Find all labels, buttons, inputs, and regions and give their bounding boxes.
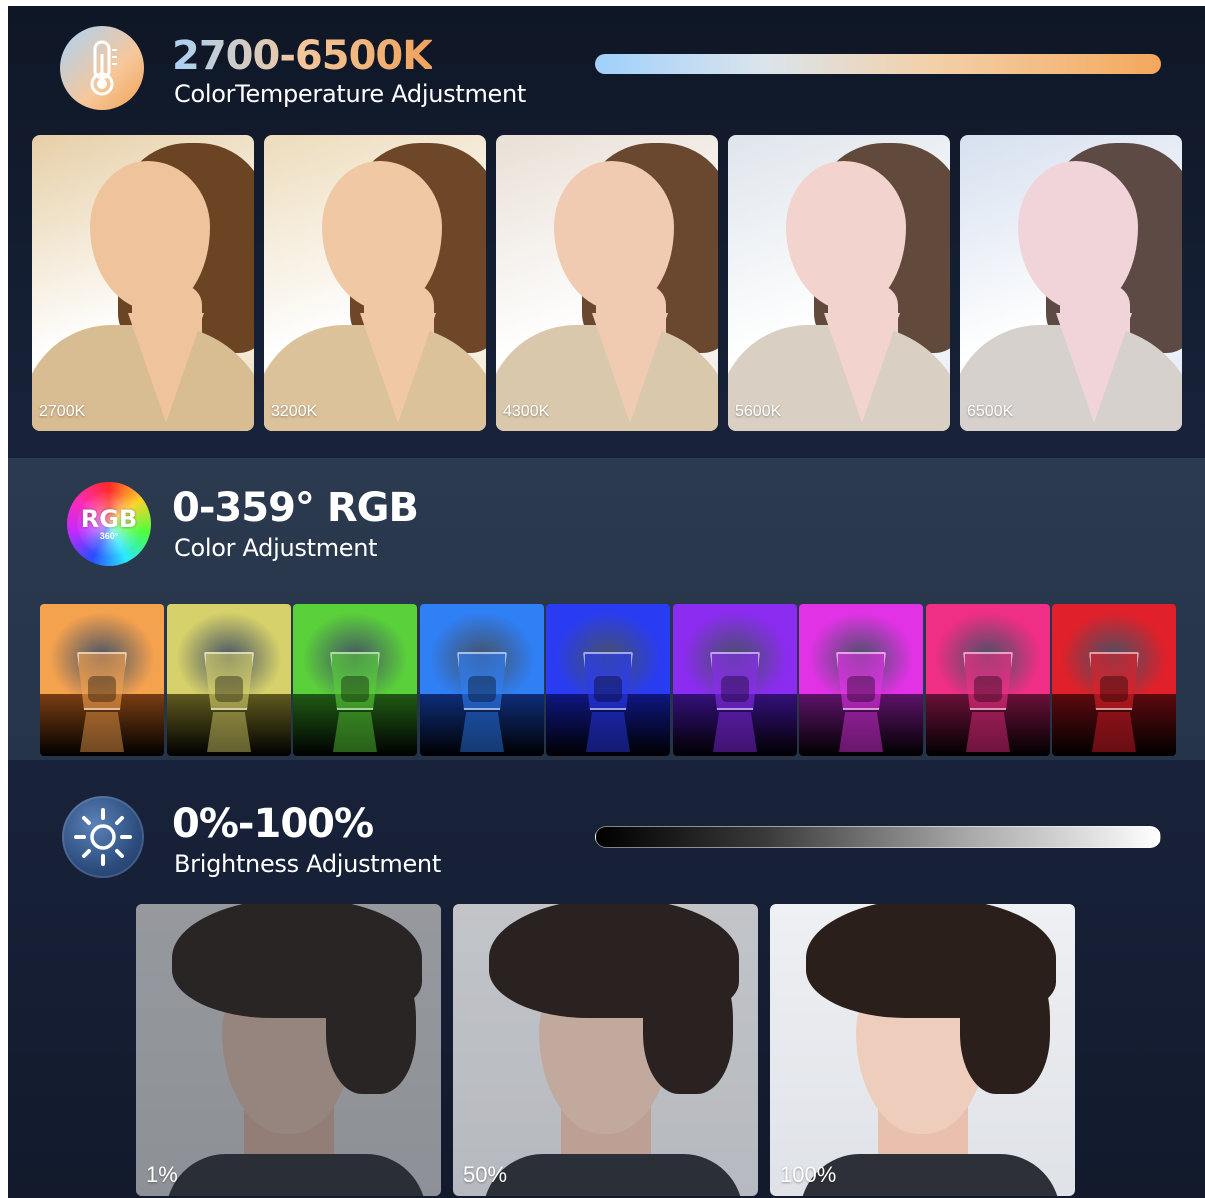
ice-cube — [974, 676, 1002, 702]
temperature-sample-label: 3200K — [271, 403, 318, 420]
ice-cube — [1100, 676, 1128, 702]
temperature-headline: 2700-6500K — [172, 33, 433, 79]
rgb-sample-tile — [420, 604, 544, 756]
brightness-headline: 0%-100% — [172, 801, 374, 847]
product-infographic: 2700-6500K ColorTemperature Adjustment 2… — [8, 6, 1205, 1198]
ice-cube — [341, 676, 369, 702]
rgb-sample-tile — [1052, 604, 1176, 756]
brightness-gradient-bar — [595, 826, 1161, 848]
rgb-sample-tile — [799, 604, 923, 756]
temperature-samples: 2700K 3200K 4300K 5600K 6500K — [32, 135, 1184, 431]
rgb-sample-tile — [40, 604, 164, 756]
rgb-sample-tile — [926, 604, 1050, 756]
thermometer-icon — [60, 26, 144, 110]
brightness-section: 0%-100% Brightness Adjustment 1% 50% 100% — [8, 760, 1205, 1198]
ice-cube — [88, 676, 116, 702]
temperature-sample-label: 2700K — [39, 403, 86, 420]
rgb-wheel-icon: RGB 360° — [67, 482, 151, 566]
temperature-sample-label: 6500K — [967, 403, 1014, 420]
brightness-sample-photo: 100% — [770, 904, 1075, 1196]
brightness-sample-label: 50% — [463, 1162, 508, 1187]
ice-cube — [215, 676, 243, 702]
rgb-samples — [40, 604, 1178, 756]
temperature-sample-photo: 3200K — [264, 135, 486, 431]
color-temperature-section: 2700-6500K ColorTemperature Adjustment 2… — [8, 6, 1205, 458]
rgb-sample-tile — [293, 604, 417, 756]
temperature-sample-photo: 4300K — [496, 135, 718, 431]
brightness-sample-photo: 50% — [453, 904, 758, 1196]
temperature-sample-photo: 5600K — [728, 135, 950, 431]
rgb-subline: Color Adjustment — [174, 534, 378, 562]
brightness-sample-label: 100% — [780, 1162, 837, 1187]
temperature-sample-label: 5600K — [735, 403, 782, 420]
rgb-headline: 0-359° RGB — [172, 485, 419, 531]
brightness-sample-label: 1% — [146, 1162, 178, 1187]
rgb-sample-tile — [546, 604, 670, 756]
ice-cube — [594, 676, 622, 702]
temperature-subline: ColorTemperature Adjustment — [174, 80, 527, 108]
temperature-sample-photo: 6500K — [960, 135, 1182, 431]
temperature-sample-photo: 2700K — [32, 135, 254, 431]
sun-icon — [62, 796, 144, 878]
rgb-sample-tile — [167, 604, 291, 756]
brightness-sample-photo: 1% — [136, 904, 441, 1196]
rgb-icon-label: RGB — [80, 505, 138, 533]
ice-cube — [721, 676, 749, 702]
rgb-section: RGB 360° 0-359° RGB Color Adjustment — [8, 458, 1205, 760]
brightness-samples: 1% 50% 100% — [136, 904, 1076, 1196]
temperature-gradient-bar — [595, 54, 1161, 74]
brightness-subline: Brightness Adjustment — [174, 850, 441, 878]
rgb-icon-degrees: 360° — [99, 531, 119, 541]
temperature-sample-label: 4300K — [503, 403, 550, 420]
ice-cube — [847, 676, 875, 702]
ice-cube — [468, 676, 496, 702]
rgb-sample-tile — [673, 604, 797, 756]
